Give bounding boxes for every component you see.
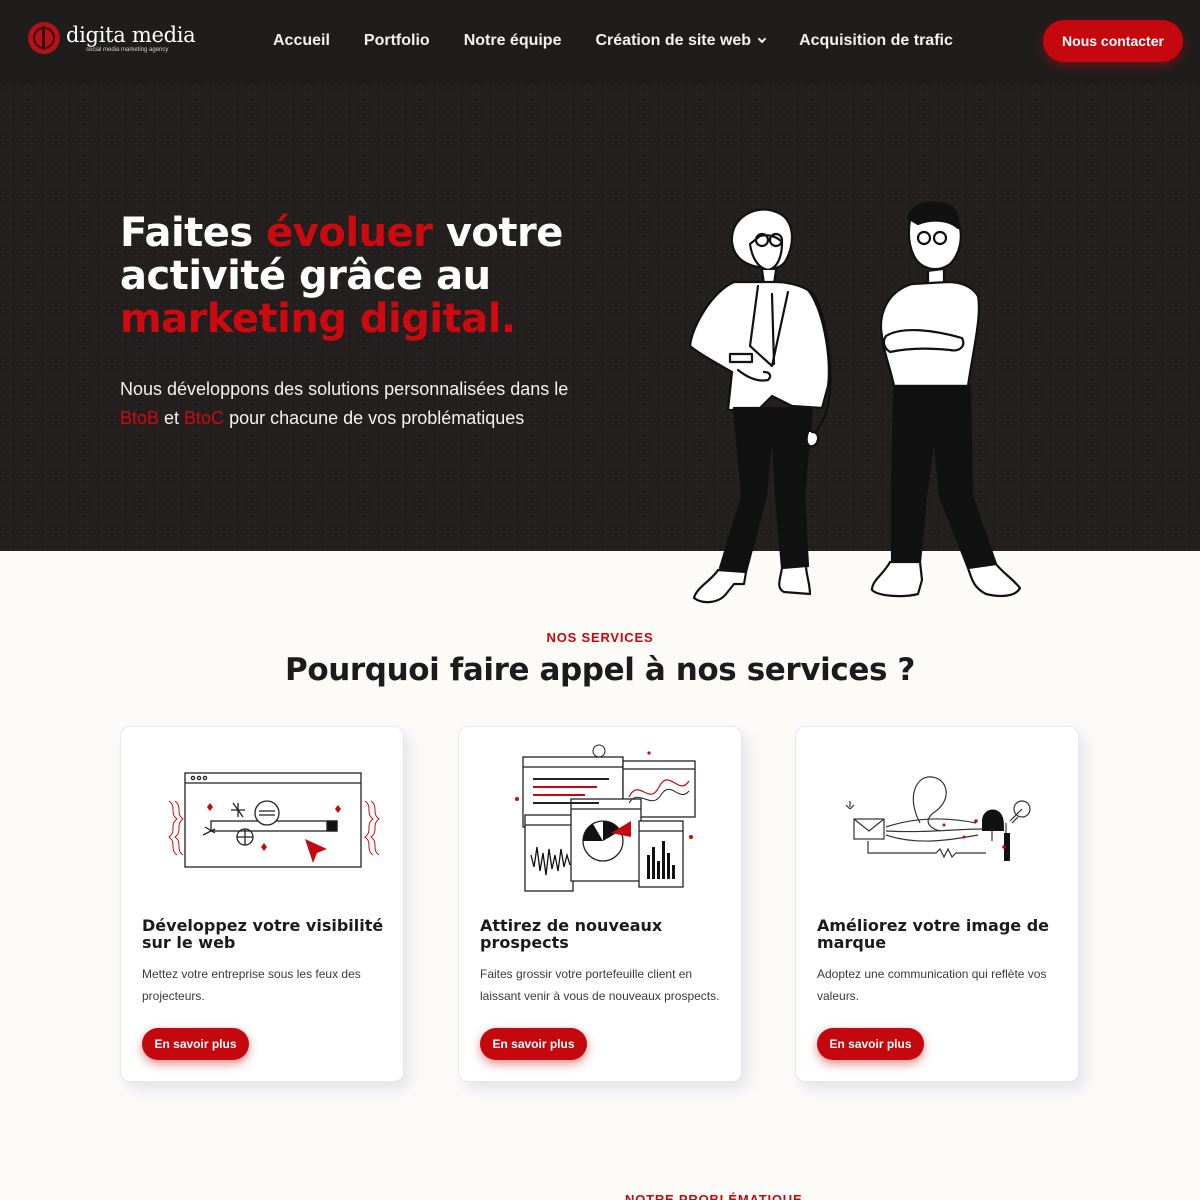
nav-item-accueil[interactable]: Accueil xyxy=(273,32,330,50)
hero-subtitle-btoc: BtoC xyxy=(184,408,225,428)
browser-search-icon xyxy=(168,772,380,868)
nav-item-equipe[interactable]: Notre équipe xyxy=(464,32,562,50)
card-description: Mettez votre entreprise sous les feux de… xyxy=(142,967,361,1003)
hero-subtitle-part1: Nous développons des solutions personnal… xyxy=(120,379,569,399)
hero-title: Faites évoluer votre activité grâce au m… xyxy=(120,212,640,341)
nav-item-portfolio[interactable]: Portfolio xyxy=(364,32,430,50)
hero-title-part1: Faites xyxy=(120,210,267,256)
card-title: Améliorez votre image de marque xyxy=(817,916,1050,952)
chevron-down-icon xyxy=(757,34,767,44)
card-title: Développez votre visibilité sur le web xyxy=(142,916,384,952)
hero-title-highlight-1: évoluer xyxy=(266,210,433,256)
hero-subtitle-btob: BtoB xyxy=(120,408,160,428)
logo-name: digita media xyxy=(66,22,196,47)
analytics-windows-icon xyxy=(515,744,696,892)
contact-button[interactable]: Nous contacter xyxy=(1043,20,1183,62)
learn-more-button[interactable]: En savoir plus xyxy=(817,1028,924,1060)
top-navbar: digita media social media marketing agen… xyxy=(0,0,1200,84)
service-card-prospects: Attirez de nouveaux prospects Faites gro… xyxy=(458,726,742,1082)
card-description: Adoptez une communication qui reflète vo… xyxy=(817,967,1047,1003)
nav-item-creation-site-label: Création de site web xyxy=(595,32,752,49)
nav-item-acquisition[interactable]: Acquisition de trafic xyxy=(799,32,953,50)
hero-title-highlight-2: marketing digital. xyxy=(120,296,516,342)
learn-more-button[interactable]: En savoir plus xyxy=(142,1028,249,1060)
hero-subtitle-part2: pour chacune de vos problématiques xyxy=(224,408,525,428)
card-description: Faites grossir votre portefeuille client… xyxy=(480,967,720,1003)
brand-logo[interactable]: digita media social media marketing agen… xyxy=(28,22,196,54)
next-section-eyebrow: NOTRE PROBLÉMATIQUE xyxy=(625,1192,803,1200)
nav-item-creation-site[interactable]: Création de site web xyxy=(595,32,767,50)
services-eyebrow: NOS SERVICES xyxy=(546,630,654,645)
service-card-brand: Améliorez votre image de marque Adoptez … xyxy=(795,726,1079,1082)
main-menu: Accueil Portfolio Notre équipe Création … xyxy=(273,32,987,50)
logo-tagline: social media marketing agency xyxy=(86,46,169,53)
logo-mark-icon xyxy=(28,22,60,54)
learn-more-button[interactable]: En savoir plus xyxy=(480,1028,587,1060)
hero-subtitle: Nous développons des solutions personnal… xyxy=(120,375,590,433)
people-illustration xyxy=(688,201,1022,604)
service-card-visibility: Développez votre visibilité sur le web M… xyxy=(120,726,404,1082)
services-title: Pourquoi faire appel à nos services ? xyxy=(285,652,915,688)
card-title: Attirez de nouveaux prospects xyxy=(480,916,663,952)
mail-flow-icon xyxy=(845,776,1031,861)
hero-subtitle-mid: et xyxy=(159,408,185,428)
